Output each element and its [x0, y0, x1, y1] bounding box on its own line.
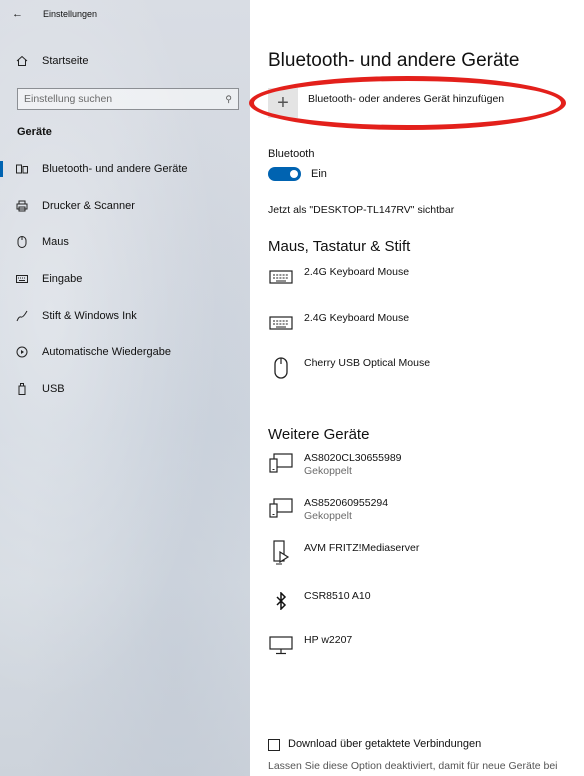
sidebar-item-pen[interactable]: Stift & Windows Ink	[0, 302, 250, 330]
page-title: Bluetooth- und andere Geräte	[268, 50, 520, 71]
printer-icon	[14, 200, 30, 212]
device-item[interactable]: CSR8510 A10	[268, 590, 371, 612]
other-section-title: Weitere Geräte	[268, 426, 370, 443]
device-item[interactable]: 2.4G Keyboard Mouse	[268, 266, 409, 288]
sidebar-item-label: Automatische Wiedergabe	[42, 346, 172, 358]
pen-icon	[14, 310, 30, 322]
device-name: AVM FRITZ!Mediaserver	[304, 542, 420, 554]
title-bar: ← Einstellungen	[12, 8, 97, 20]
visible-as-text: Jetzt als "DESKTOP-TL147RV" sichtbar	[268, 204, 455, 216]
phone-tablet-icon	[268, 452, 294, 474]
toggle-knob	[290, 170, 298, 178]
sidebar-item-label: Drucker & Scanner	[42, 200, 135, 212]
media-server-icon	[268, 540, 294, 565]
keyboard-icon	[268, 266, 294, 288]
device-name: 2.4G Keyboard Mouse	[304, 312, 410, 324]
device-name: AS852060955294	[304, 497, 389, 509]
highlight-annotation	[249, 76, 566, 130]
device-item[interactable]: HP w2207	[268, 634, 352, 656]
metered-note: Lassen Sie diese Option deaktiviert, dam…	[268, 760, 558, 772]
device-name: AS8020CL30655989	[304, 452, 402, 464]
sidebar-item-label: Maus	[42, 236, 69, 248]
device-item[interactable]: 2.4G Keyboard Mouse	[268, 312, 409, 334]
sidebar-item-input[interactable]: Eingabe	[0, 265, 250, 293]
sidebar-item-label: Startseite	[42, 55, 89, 67]
home-icon	[14, 55, 30, 67]
sidebar-item-label: Stift & Windows Ink	[42, 310, 137, 322]
monitor-icon	[268, 634, 294, 656]
device-status: Gekoppelt	[304, 465, 352, 477]
section-label: Geräte	[17, 126, 52, 138]
sidebar-item-label: Bluetooth- und andere Geräte	[42, 163, 188, 175]
bluetooth-icon	[268, 590, 294, 612]
mouse-icon	[268, 357, 294, 379]
sidebar-item-bluetooth[interactable]: Bluetooth- und andere Geräte	[0, 155, 250, 183]
bluetooth-label: Bluetooth	[268, 148, 315, 160]
sidebar-item-printer[interactable]: Drucker & Scanner	[0, 192, 250, 220]
mouse-icon	[14, 236, 30, 248]
sidebar-item-label: USB	[42, 383, 65, 395]
device-item[interactable]: AS8020CL30655989 Gekoppelt	[268, 452, 402, 477]
device-item[interactable]: AS852060955294 Gekoppelt	[268, 497, 388, 522]
search-icon[interactable]: ⚲	[225, 94, 232, 105]
back-arrow-icon[interactable]: ←	[12, 8, 23, 20]
autoplay-icon	[14, 346, 30, 358]
device-item[interactable]: Cherry USB Optical Mouse	[268, 357, 430, 379]
device-item[interactable]: AVM FRITZ!Mediaserver	[268, 540, 420, 565]
search-placeholder: Einstellung suchen	[24, 93, 113, 105]
phone-tablet-icon	[268, 497, 294, 519]
bluetooth-toggle-state: Ein	[311, 168, 327, 180]
sidebar-item-mouse[interactable]: Maus	[0, 228, 250, 256]
bluetooth-toggle[interactable]	[268, 167, 301, 181]
keyboard-icon	[268, 312, 294, 334]
device-name: Cherry USB Optical Mouse	[304, 357, 431, 369]
window-title: Einstellungen	[43, 9, 98, 19]
device-name: CSR8510 A10	[304, 590, 371, 602]
sidebar-item-usb[interactable]: USB	[0, 375, 250, 403]
metered-checkbox-label[interactable]: Download über getaktete Verbindungen	[288, 738, 481, 750]
bluetooth-devices-icon	[14, 164, 30, 174]
sidebar: ← Einstellungen Startseite Einstellung s…	[0, 0, 250, 776]
search-input[interactable]: Einstellung suchen ⚲	[17, 88, 239, 110]
mouse-section-title: Maus, Tastatur & Stift	[268, 238, 411, 255]
device-name: HP w2207	[304, 634, 353, 646]
usb-icon	[14, 383, 30, 395]
sidebar-item-autoplay[interactable]: Automatische Wiedergabe	[0, 338, 250, 366]
sidebar-item-home[interactable]: Startseite	[0, 47, 250, 75]
device-name: 2.4G Keyboard Mouse	[304, 266, 410, 278]
device-status: Gekoppelt	[304, 510, 352, 522]
keyboard-icon	[14, 275, 30, 283]
metered-checkbox[interactable]	[268, 739, 280, 751]
sidebar-item-label: Eingabe	[42, 273, 83, 285]
